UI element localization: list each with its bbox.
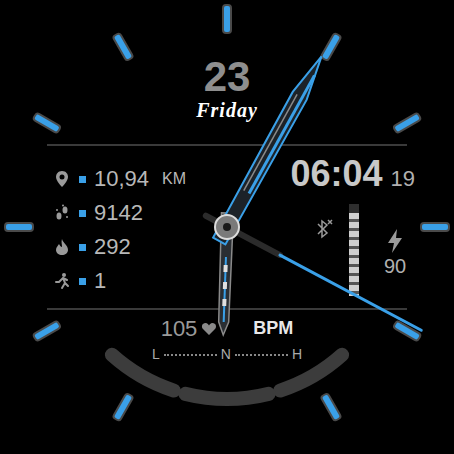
weekday: Friday [196, 98, 258, 122]
heart-rate: 105 BPM [161, 316, 294, 342]
calories-icon [53, 238, 71, 256]
stats-list: 10,94 KM 9142 292 1 [39, 146, 186, 308]
heart-rate-unit: BPM [253, 319, 293, 339]
battery-reading: 90 [384, 254, 406, 278]
scale-label: L [152, 346, 160, 362]
scale-label: H [292, 346, 302, 362]
stat-row: 292 [53, 230, 186, 264]
bluetooth-icon [315, 218, 333, 240]
hour-hand [217, 213, 233, 335]
time-hours-minutes: 06:04 [290, 154, 382, 194]
scale-arc [280, 355, 342, 391]
stat-value: 9142 [94, 200, 143, 226]
distance-icon [53, 170, 71, 188]
heart-rate-scale: LNH [152, 346, 302, 362]
hour-marker [321, 393, 342, 421]
scale-dots [164, 354, 217, 356]
hour-marker [33, 113, 61, 134]
scale-arc [112, 355, 174, 391]
hour-marker [421, 223, 449, 231]
stat-value: 10,94 [94, 166, 149, 192]
steps-icon [53, 204, 71, 222]
hour-marker [113, 33, 134, 61]
stat-value: 1 [94, 268, 106, 294]
stat-marker [79, 278, 86, 285]
bolt-icon [385, 228, 405, 254]
divider [47, 144, 407, 146]
hour-marker [393, 113, 421, 134]
stat-row: 1 [53, 264, 186, 298]
hour-marker [321, 33, 342, 61]
second-hand [206, 216, 421, 331]
battery-fill [349, 213, 359, 296]
time-seconds: 19 [391, 167, 415, 191]
stat-marker [79, 244, 86, 251]
day-number: 23 [204, 56, 251, 98]
divider [47, 308, 407, 310]
battery-track [349, 204, 359, 296]
stat-marker [79, 176, 86, 183]
hour-marker [5, 223, 33, 231]
hour-marker [33, 321, 61, 342]
stat-unit: KM [162, 167, 186, 191]
hour-marker [393, 321, 421, 342]
heart-rate-value: 105 [161, 317, 198, 341]
hour-marker [113, 393, 134, 421]
stat-marker [79, 210, 86, 217]
heart-icon [201, 321, 217, 337]
scale-arc [185, 394, 268, 399]
stat-row: 9142 [53, 196, 186, 230]
activity-icon [53, 272, 71, 290]
center-cap [215, 215, 239, 239]
stat-row: 10,94 KM [53, 162, 186, 196]
scale-dots [235, 354, 288, 356]
watch-face: 23 Friday 10,94 KM 9142 292 1 06:04 19 [0, 0, 454, 454]
minute-hand [212, 53, 328, 245]
digital-time: 06:04 19 [290, 154, 415, 194]
scale-label: N [221, 346, 231, 362]
hour-marker [223, 5, 231, 33]
stat-value: 292 [94, 234, 131, 260]
